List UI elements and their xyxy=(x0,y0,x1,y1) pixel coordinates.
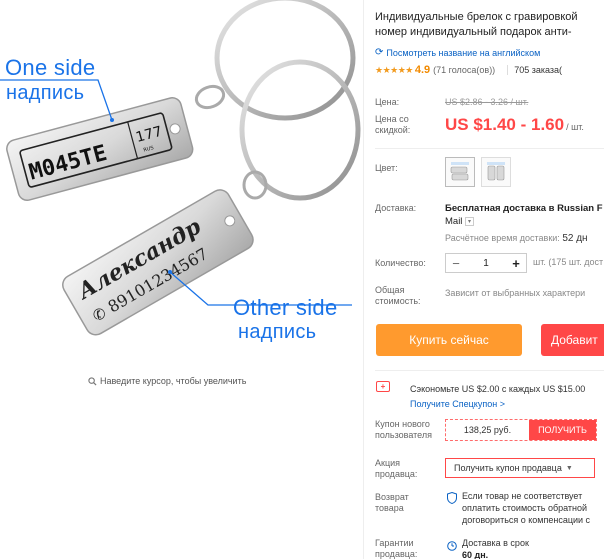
return-policy-text: Если товар не соответствует оплатить сто… xyxy=(462,490,590,526)
orders-count: 705 заказа( xyxy=(514,65,563,75)
price-unit: / шт. xyxy=(566,122,584,132)
total-label-line1: Общая xyxy=(375,285,405,295)
return-label-line2: товара xyxy=(375,503,404,513)
chevron-down-icon: ▼ xyxy=(565,464,573,472)
guarantee-text: Доставка в срок 60 дн. xyxy=(462,537,529,559)
shipping-method-line2: Mail ▾ xyxy=(445,215,603,228)
color-label: Цвет: xyxy=(375,163,398,173)
engraved-tag: Александр ✆ 89101234567 xyxy=(62,189,254,336)
keyring-top xyxy=(214,0,356,121)
return-line3: договориться о компенсации с xyxy=(462,515,591,525)
guarantee-label-line2: продавца: xyxy=(375,549,418,559)
new-user-coupon-amount: 138,25 руб. xyxy=(463,425,512,435)
quantity-stepper: − 1 + xyxy=(445,253,527,273)
guarantee-line1: Доставка в срок xyxy=(462,538,529,548)
color-option-1[interactable] xyxy=(445,157,475,187)
discount-label-line2: скидкой: xyxy=(375,125,411,135)
rating-separator xyxy=(507,65,509,75)
rating-row: ★★★★★ 4.9 (71 голоса(ов)) 705 заказа( xyxy=(375,64,562,76)
guarantee-label-line1: Гарантии xyxy=(375,538,414,548)
color-option-2-thumb-icon xyxy=(487,162,505,181)
divider-actions xyxy=(375,370,604,371)
color-option-1-thumb-icon xyxy=(450,162,469,181)
quantity-label: Количество: xyxy=(375,258,426,268)
product-title: Индивидуальные брелок с гравировкой номе… xyxy=(375,10,604,40)
divider-price xyxy=(375,148,604,149)
clock-icon xyxy=(447,541,457,551)
quantity-input[interactable]: 1 xyxy=(466,258,506,269)
return-line1: Если товар не соответствует xyxy=(462,491,583,501)
discount-label-line1: Цена со xyxy=(375,114,409,124)
seller-label-line1: Акция xyxy=(375,458,400,468)
new-user-label-line2: пользователя xyxy=(375,430,432,440)
annotation-one-side-ru: надпись xyxy=(6,82,85,104)
rating-value: 4.9 xyxy=(414,64,431,76)
quantity-decrease-button[interactable]: − xyxy=(446,254,466,272)
product-info-panel: Индивидуальные брелок с гравировкой номе… xyxy=(373,0,604,559)
total-value: Зависит от выбранных характери xyxy=(445,288,586,298)
return-line2: оплатить стоимость обратной xyxy=(462,503,588,513)
quantity-increase-button[interactable]: + xyxy=(506,254,526,272)
get-coupon-link[interactable]: Получите Спецкупон > xyxy=(410,399,505,409)
return-label-line1: Возврат xyxy=(375,492,409,502)
seller-promo-label: Акция продавца: xyxy=(375,458,417,480)
annotation-other-side-ru: надпись xyxy=(238,321,317,343)
get-new-user-coupon-button[interactable]: ПОЛУЧИТЬ xyxy=(529,420,596,440)
magnifier-icon xyxy=(88,376,97,386)
rating-votes-link[interactable]: (71 голоса(ов)) xyxy=(433,65,495,75)
quantity-available: шт. (175 шт. дост xyxy=(533,257,604,267)
shipping-method-mail: Mail xyxy=(445,216,463,227)
return-label: Возврат товара xyxy=(375,492,409,514)
new-user-coupon: 138,25 руб. ПОЛУЧИТЬ xyxy=(445,419,597,441)
price-original: US $2.86 - 3.26 / шт. xyxy=(445,97,529,107)
product-title-line2: номер индивидуальный подарок анти- xyxy=(375,26,572,38)
total-label-line2: стоимость: xyxy=(375,296,421,306)
translate-link-text: Посмотреть название на английском xyxy=(386,47,541,58)
guarantee-label: Гарантии продавца: xyxy=(375,538,417,559)
guarantee-line2: 60 дн. xyxy=(462,549,529,559)
shipping-method-line1: Бесплатная доставка в Russian F xyxy=(445,203,603,214)
price-discounted: US $1.40 - 1.60/ шт. xyxy=(445,115,584,135)
plate-tag: M045TE 177 RUS xyxy=(6,97,194,201)
seller-coupon-select-text: Получить купон продавца xyxy=(454,463,562,473)
store-saving-text: Сэкономьте US $2.00 с каждых US $15.00 xyxy=(410,384,586,394)
price-label: Цена: xyxy=(375,97,400,107)
zoom-hint-text: Наведите курсор, чтобы увеличить xyxy=(100,376,247,386)
color-option-2[interactable] xyxy=(481,157,511,187)
new-user-coupon-label: Купон нового пользователя xyxy=(375,419,432,441)
shield-icon xyxy=(447,492,457,504)
product-title-line1: Индивидуальные брелок с гравировкой xyxy=(375,11,578,23)
seller-coupon-select[interactable]: Получить купон продавца ▼ xyxy=(445,458,595,478)
buy-now-button[interactable]: Купить сейчас xyxy=(376,324,522,356)
annotation-other-side-en: Other side xyxy=(233,295,338,320)
translate-icon: ⟳ xyxy=(375,47,384,58)
keyring-bottom xyxy=(239,59,361,201)
seller-label-line2: продавца: xyxy=(375,469,418,479)
shipping-label: Доставка: xyxy=(375,203,417,213)
price-discounted-value: US $1.40 - 1.60 xyxy=(445,115,565,134)
column-divider xyxy=(363,0,364,559)
new-user-label-line1: Купон нового xyxy=(375,419,430,429)
coupon-icon: + xyxy=(376,381,390,392)
product-image[interactable]: M045TE 177 RUS Александр ✆ 89101234567 O… xyxy=(0,0,362,370)
chevron-down-icon[interactable]: ▾ xyxy=(465,216,475,226)
annotation-one-side-en: One side xyxy=(5,55,96,80)
shipping-time-value: 52 дн xyxy=(562,233,588,244)
translate-title-link[interactable]: ⟳ Посмотреть название на английском xyxy=(375,47,540,58)
discount-price-label: Цена со скидкой: xyxy=(375,114,410,136)
shipping-time-label: Расчётное время доставки: xyxy=(445,233,560,243)
shipping-method[interactable]: Бесплатная доставка в Russian F Mail ▾ xyxy=(445,202,603,228)
shipping-time: Расчётное время доставки: 52 дн xyxy=(445,233,588,244)
rating-stars-icon: ★★★★★ xyxy=(375,64,413,75)
add-to-cart-button[interactable]: Добавит xyxy=(541,324,604,356)
total-label: Общая стоимость: xyxy=(375,285,421,307)
zoom-hint: Наведите курсор, чтобы увеличить xyxy=(88,376,246,386)
guarantee-days: 60 дн. xyxy=(462,550,489,559)
